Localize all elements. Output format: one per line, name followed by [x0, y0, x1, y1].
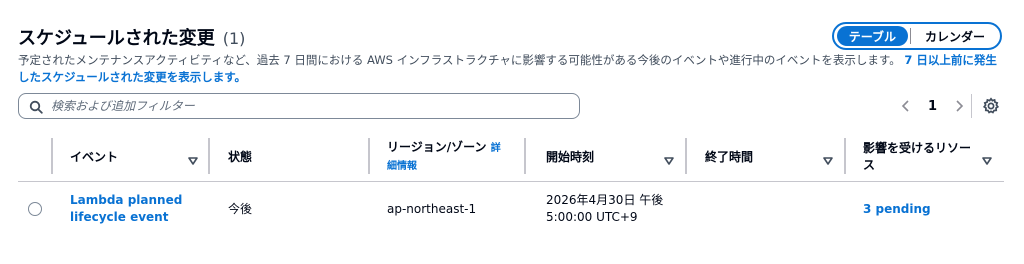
column-divider	[524, 138, 526, 174]
table-header: イベント 状態 リージョン/ゾーン 詳細情報 開始時刻 終了時間 影響を受けるリ…	[18, 132, 1004, 182]
start-date-line: 2026年4月30日 午後	[546, 193, 664, 207]
sort-caret-icon[interactable]	[982, 151, 992, 165]
column-label: リージョン/ゾーン	[387, 140, 487, 154]
region-cell: ap-northeast-1	[387, 201, 477, 216]
column-divider	[51, 138, 53, 174]
column-header-status[interactable]: 状態	[228, 132, 252, 182]
column-header-resources[interactable]: 影響を受けるリソース	[863, 132, 978, 182]
view-toggle: テーブル カレンダー	[831, 22, 1002, 50]
affected-resources-cell: 3 pending	[863, 182, 931, 236]
column-divider	[368, 138, 370, 174]
column-header-start[interactable]: 開始時刻	[546, 132, 594, 182]
pagination: 1	[898, 95, 967, 117]
column-label: 状態	[228, 149, 253, 164]
column-header-end[interactable]: 終了時間	[705, 132, 753, 182]
pagination-divider	[971, 94, 972, 118]
gear-icon[interactable]	[982, 97, 1000, 115]
page-description: 予定されたメンテナンスアクティビティなど、過去 7 日間における AWS インフ…	[18, 52, 1008, 86]
event-link[interactable]: Lambda planned lifecycle event	[70, 192, 182, 226]
status-cell: 今後	[228, 201, 253, 216]
sort-caret-icon[interactable]	[664, 151, 674, 165]
calendar-view-button[interactable]: カレンダー	[913, 26, 997, 46]
page-title: スケジュールされた変更	[18, 28, 215, 49]
description-text: 予定されたメンテナンスアクティビティなど、過去 7 日間における AWS インフ…	[18, 53, 901, 67]
event-name-line: lifecycle event	[70, 210, 169, 224]
filter-input[interactable]	[51, 99, 551, 113]
table-row[interactable]: Lambda planned lifecycle event 今後 ap-nor…	[18, 182, 1004, 236]
row-radio-button[interactable]	[28, 202, 42, 216]
sort-caret-icon[interactable]	[188, 151, 198, 165]
column-header-region[interactable]: リージョン/ゾーン 詳細情報	[387, 132, 507, 182]
column-label: 開始時刻	[546, 149, 595, 164]
affected-resources-link[interactable]: 3 pending	[863, 201, 931, 218]
page-header: スケジュールされた変更 (1)	[18, 24, 245, 50]
column-divider	[844, 138, 846, 174]
event-cell: Lambda planned lifecycle event	[70, 182, 182, 236]
column-divider	[685, 138, 687, 174]
start-time-line: 5:00:00 UTC+9	[546, 210, 638, 224]
column-label: 終了時間	[705, 149, 754, 164]
column-divider	[208, 138, 210, 174]
scheduled-changes-table: イベント 状態 リージョン/ゾーン 詳細情報 開始時刻 終了時間 影響を受けるリ…	[18, 132, 1004, 236]
search-icon	[29, 99, 43, 114]
event-name-line: Lambda planned	[70, 193, 183, 207]
row-select[interactable]	[28, 182, 42, 236]
column-header-event[interactable]: イベント	[70, 132, 118, 182]
item-count: (1)	[222, 29, 246, 48]
column-label: 影響を受けるリソース	[863, 141, 972, 172]
start-time-cell: 2026年4月30日 午後 5:00:00 UTC+9	[546, 182, 663, 236]
chevron-right-icon[interactable]	[951, 95, 967, 117]
chevron-left-icon[interactable]	[898, 95, 914, 117]
table-view-button[interactable]: テーブル	[836, 26, 908, 46]
filter-bar[interactable]	[18, 93, 580, 119]
toggle-divider	[909, 28, 911, 44]
column-label: イベント	[70, 149, 119, 164]
sort-caret-icon[interactable]	[823, 151, 833, 165]
current-page[interactable]: 1	[928, 99, 937, 114]
